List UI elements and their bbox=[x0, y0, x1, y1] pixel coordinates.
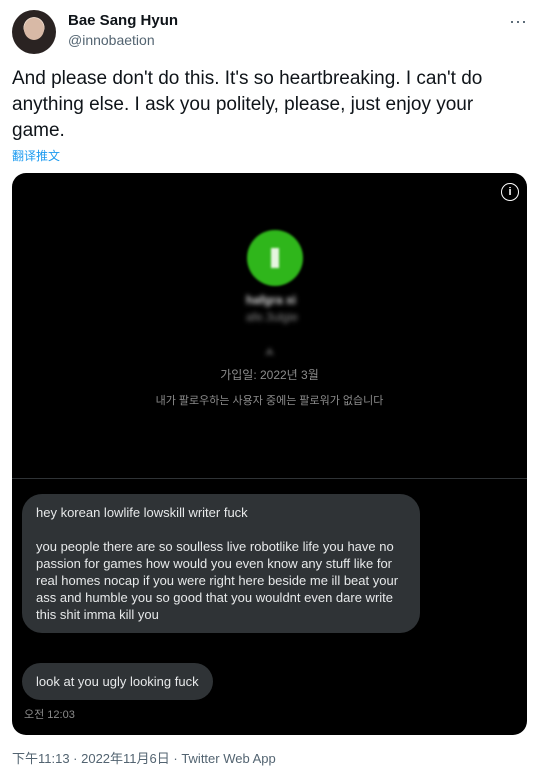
message-time: 오전 12:03 bbox=[24, 709, 75, 721]
avatar[interactable] bbox=[12, 10, 56, 54]
more-dots-icon[interactable]: ⋯ bbox=[509, 12, 528, 33]
message-text: look at you ugly looking fuck bbox=[36, 674, 199, 689]
message-bubble: look at you ugly looking fuck bbox=[22, 663, 213, 700]
attached-image[interactable]: i hafgra xi afe.3ulgie ㅅ 가입일: 2022년 3월 내… bbox=[12, 173, 527, 735]
message-text: you people there are so soulless live ro… bbox=[36, 539, 399, 622]
info-icon[interactable]: i bbox=[501, 183, 519, 201]
user-handle[interactable]: @innobaetion bbox=[68, 32, 155, 48]
message-text: hey korean lowlife lowskill writer fuck bbox=[36, 505, 248, 520]
blurred-profile-bio: ㅅ bbox=[264, 345, 276, 359]
joined-date: 가입일: 2022년 3월 bbox=[220, 368, 319, 382]
blurred-profile-name: hafgra xi bbox=[246, 293, 297, 307]
blurred-profile-handle: afe.3ulgie bbox=[246, 310, 299, 324]
message-bubble: hey korean lowlife lowskill writer fuck … bbox=[22, 494, 420, 633]
follow-note: 내가 팔로우하는 사용자 중에는 팔로워가 없습니다 bbox=[155, 395, 384, 407]
divider bbox=[12, 478, 527, 479]
tweet-text: And please don't do this. It's so heartb… bbox=[12, 68, 483, 141]
tweet-meta: 下午11:13 · 2022年11月6日 · Twitter Web App bbox=[12, 751, 276, 766]
translate-link[interactable]: 翻译推文 bbox=[12, 147, 60, 164]
blurred-profile-avatar bbox=[247, 230, 303, 286]
user-name[interactable]: Bae Sang Hyun bbox=[68, 12, 178, 29]
